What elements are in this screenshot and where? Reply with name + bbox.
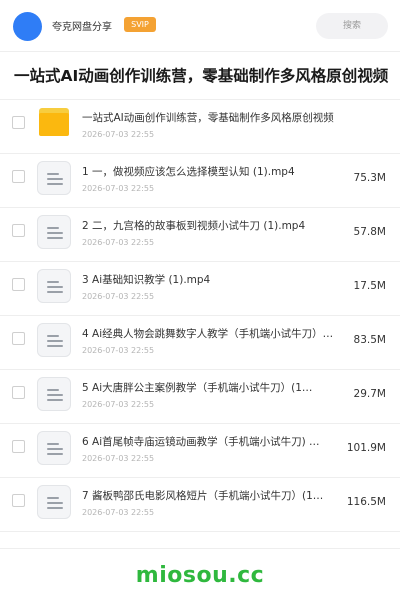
document-icon	[37, 161, 71, 195]
avatar[interactable]	[13, 12, 42, 41]
header-bar: 夸克网盘分享 SVIP 搜索	[0, 0, 400, 52]
file-date: 2026-07-03 22:55	[82, 238, 155, 247]
file-name: 5 Ai大唐胖公主案例教学（手机端小试牛刀）(1…	[82, 382, 313, 394]
file-date: 2026-07-03 22:55	[82, 130, 155, 139]
footer: miosou.cc	[0, 548, 400, 600]
file-size: 116.5M	[346, 496, 386, 508]
file-size: 57.8M	[353, 226, 386, 238]
list-item[interactable]: 3 Ai基础知识教学 (1).mp4 2026-07-03 22:55 17.5…	[0, 262, 400, 316]
file-date: 2026-07-03 22:55	[82, 508, 155, 517]
checkbox-icon[interactable]	[12, 494, 25, 507]
title-size: 1M	[370, 70, 382, 79]
document-icon	[37, 323, 71, 357]
file-size: 75.3M	[353, 172, 386, 184]
document-icon	[37, 269, 71, 303]
file-name: 3 Ai基础知识教学 (1).mp4	[82, 274, 211, 286]
list-item[interactable]: 7 酱板鸭邵氏电影风格短片（手机端小试牛刀）(1… 2026-07-03 22:…	[0, 478, 400, 532]
folder-icon	[39, 108, 69, 136]
file-name: 2 二，九宫格的故事板到视频小试牛刀 (1).mp4	[82, 220, 306, 232]
file-date: 2026-07-03 22:55	[82, 292, 155, 301]
file-date: 2026-07-03 22:55	[82, 184, 155, 193]
title-section: 一站式AI动画创作训练营，零基础制作多风格原创视频 1M	[0, 52, 400, 100]
checkbox-icon[interactable]	[12, 116, 25, 129]
list-item[interactable]: 2 二，九宫格的故事板到视频小试牛刀 (1).mp4 2026-07-03 22…	[0, 208, 400, 262]
file-name: 4 Ai经典人物会跳舞数字人教学（手机端小试牛刀）…	[82, 328, 334, 340]
list-item[interactable]: 6 Ai首尾帧寺庙运镜动画教学（手机端小试牛刀) … 2026-07-03 22…	[0, 424, 400, 478]
search-input[interactable]: 搜索	[316, 13, 388, 39]
checkbox-icon[interactable]	[12, 386, 25, 399]
file-name: 7 酱板鸭邵氏电影风格短片（手机端小试牛刀）(1…	[82, 490, 324, 502]
file-list: 一站式AI动画创作训练营，零基础制作多风格原创视频 2026-07-03 22:…	[0, 100, 400, 532]
document-icon	[37, 485, 71, 519]
checkbox-icon[interactable]	[12, 278, 25, 291]
file-size: 29.7M	[353, 388, 386, 400]
file-name: 一站式AI动画创作训练营，零基础制作多风格原创视频	[82, 112, 334, 124]
list-item[interactable]: 4 Ai经典人物会跳舞数字人教学（手机端小试牛刀）… 2026-07-03 22…	[0, 316, 400, 370]
file-size: 83.5M	[353, 334, 386, 346]
page-title: 一站式AI动画创作训练营，零基础制作多风格原创视频	[14, 67, 389, 85]
svip-badge: SVIP	[124, 17, 156, 32]
file-date: 2026-07-03 22:55	[82, 346, 155, 355]
list-item[interactable]: 5 Ai大唐胖公主案例教学（手机端小试牛刀）(1… 2026-07-03 22:…	[0, 370, 400, 424]
document-icon	[37, 215, 71, 249]
file-date: 2026-07-03 22:55	[82, 454, 155, 463]
document-icon	[37, 377, 71, 411]
document-icon	[37, 431, 71, 465]
file-name: 1 一，做视频应该怎么选择模型认知 (1).mp4	[82, 166, 295, 178]
checkbox-icon[interactable]	[12, 170, 25, 183]
checkbox-icon[interactable]	[12, 224, 25, 237]
checkbox-icon[interactable]	[12, 332, 25, 345]
list-item[interactable]: 一站式AI动画创作训练营，零基础制作多风格原创视频 2026-07-03 22:…	[0, 100, 400, 154]
file-name: 6 Ai首尾帧寺庙运镜动画教学（手机端小试牛刀) …	[82, 436, 320, 448]
file-size: 101.9M	[346, 442, 386, 454]
watermark: miosou.cc	[135, 563, 265, 588]
checkbox-icon[interactable]	[12, 440, 25, 453]
file-date: 2026-07-03 22:55	[82, 400, 155, 409]
app-name: 夸克网盘分享	[52, 22, 112, 33]
file-size: 17.5M	[353, 280, 386, 292]
list-item[interactable]: 1 一，做视频应该怎么选择模型认知 (1).mp4 2026-07-03 22:…	[0, 154, 400, 208]
